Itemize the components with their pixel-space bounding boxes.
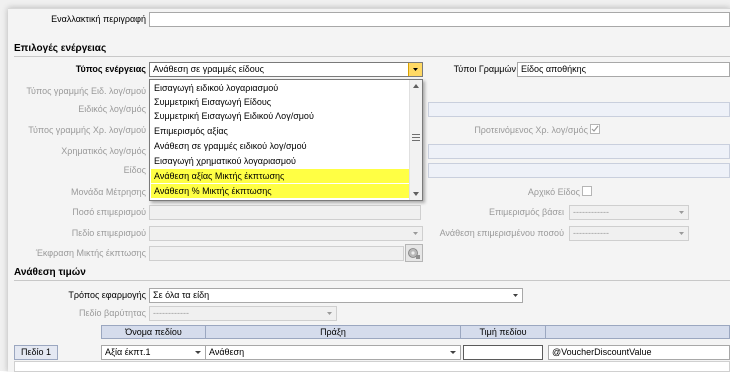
dropdown-option[interactable]: Επιμερισμός αξίας [151,124,411,138]
allocation-amount-label: Ποσό επιμερισμού [72,207,146,217]
apply-mode-select[interactable]: Σε όλα τα είδη [149,288,523,303]
preferred-financial-label: Προτεινόμενος Χρ. λογ/σμός [474,125,588,135]
weight-field-value: ------------ [153,308,189,318]
chevron-down-icon[interactable] [675,206,688,219]
item-label: Είδος [123,165,146,175]
calculator-icon [408,248,420,259]
chevron-down-icon[interactable] [509,289,522,302]
assign-allocated-amount-select[interactable]: ------------ [569,226,689,241]
alt-description-input[interactable] [149,12,730,27]
grid-header-field-value[interactable]: Τιμή πεδίου [460,325,546,339]
grid-empty-row[interactable] [14,361,730,372]
assign-allocated-amount-label: Ανάθεση επιμερισμένου ποσού [439,228,564,238]
chevron-down-icon[interactable] [194,348,203,357]
preferred-financial-checkbox[interactable] [590,124,600,134]
dropdown-option-highlighted[interactable]: Ανάθεση αξίας Μικτής έκπτωσης [151,169,411,183]
line-types-input[interactable]: Είδος αποθήκης [517,62,730,77]
discount-expression-label: Έκφραση Μικτής έκπτωσης [35,248,146,258]
initial-item-label: Αρχικό Είδος [527,187,580,197]
action-type-dropdown-list[interactable]: Εισαγωγή ειδικού λογαριασμού Συμμετρική … [149,79,423,201]
weight-field-label: Πεδίο βαρύτητας [79,308,146,318]
financial-account-line-type-label: Τύπος γραμμής Χρ. λογ/σμού [28,125,146,135]
grid-cell-field-value[interactable] [463,345,543,360]
weight-field-select[interactable]: ------------ [149,306,337,321]
value-assignment-section-title: Ανάθεση τιμών [14,267,86,278]
dropdown-option[interactable]: Εισαγωγή χρηματικού λογαριασμού [151,154,411,168]
operation-value: Ανάθεση [209,347,245,357]
action-type-value: Ανάθεση σε γραμμές είδους [153,64,265,74]
chevron-down-icon[interactable] [675,227,688,240]
dropdown-option[interactable]: Συμμετρική Εισαγωγή Ειδικού Λογ/σμού [151,109,411,123]
grid-cell-operation[interactable]: Ανάθεση [205,345,461,360]
section-divider [14,56,730,57]
alt-description-label: Εναλλακτική περιγραφή [51,14,146,24]
grid-header-expression[interactable] [545,325,730,339]
line-types-label: Τύποι Γραμμών [453,64,516,74]
dropdown-option[interactable]: Εισαγωγή ειδικού λογαριασμού [151,81,411,95]
dropdown-option[interactable]: Ανάθεση σε γραμμές ειδικού λογ/σμού [151,139,411,153]
initial-item-checkbox[interactable] [582,186,592,196]
item-input [428,163,730,178]
unit-label: Μονάδα Μέτρησης [70,187,146,197]
allocation-field-label: Πεδίο επιμερισμού [71,228,146,238]
grid-header-operation[interactable]: Πράξη [205,325,461,339]
action-type-select[interactable]: Ανάθεση σε γραμμές είδους [149,62,423,77]
chevron-down-icon[interactable] [449,348,458,357]
action-options-section-title: Επιλογές ενέργειας [14,43,107,54]
financial-account-input [428,144,730,159]
allocation-amount-input [149,205,421,220]
chevron-down-icon[interactable] [409,227,422,240]
allocation-basis-label: Επιμερισμός βάσει [488,207,564,217]
expression-builder-button[interactable] [405,244,423,262]
grid-cell-field-name[interactable]: Αξία έκπτ.1 [101,345,206,360]
special-account-line-type-label: Τύπος γραμμής Ειδ. λογ/σμού [26,86,146,96]
window-background: Εναλλακτική περιγραφή Επιλογές ενέργειας… [0,0,730,372]
section-divider [14,280,730,281]
special-account-label: Ειδικός λογ/σμός [78,104,146,114]
assign-allocated-amount-value: ------------ [573,228,609,238]
dropdown-option[interactable]: Συμμετρική Εισαγωγή Είδους [151,95,411,109]
form-panel: Εναλλακτική περιγραφή Επιλογές ενέργειας… [8,8,730,372]
action-type-label: Τύπος ενέργειας [75,64,146,74]
field-name-value: Αξία έκπτ.1 [105,347,151,357]
grid-row-header: Πεδίο 1 [14,345,58,360]
dropdown-option-highlighted[interactable]: Ανάθεση % Μικτής έκπτωσης [151,184,411,198]
allocation-field-select[interactable] [149,226,423,241]
apply-mode-value: Σε όλα τα είδη [153,290,210,300]
grid-cell-expression[interactable]: @VoucherDiscountValue [548,345,730,360]
apply-mode-label: Τρόπος εφαρμογής [68,290,146,300]
dropdown-scrollbar[interactable] [409,80,422,200]
allocation-basis-select[interactable]: ------------ [569,205,689,220]
financial-account-label: Χρηματικός λογ/σμός [61,146,146,156]
discount-expression-input [149,246,404,261]
grid-header-field-name[interactable]: Όνομα πεδίου [101,325,206,339]
chevron-down-icon[interactable] [408,63,422,76]
allocation-basis-value: ------------ [573,207,609,217]
special-account-input [428,102,730,117]
chevron-down-icon[interactable] [323,307,336,320]
